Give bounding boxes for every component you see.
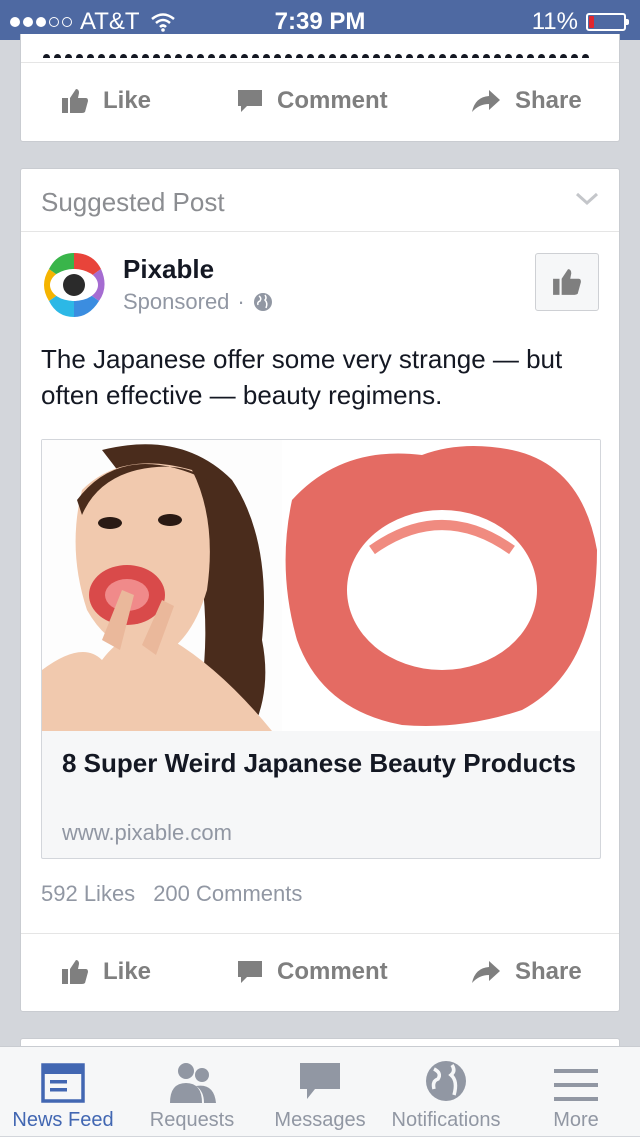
battery-icon xyxy=(586,13,629,31)
likes-count[interactable]: 592 Likes xyxy=(41,881,135,907)
post-text: The Japanese offer some very strange — b… xyxy=(41,344,563,410)
post-action-bar: Like Comment Share xyxy=(21,933,619,1011)
tab-bar: News Feed Requests Messages Notification… xyxy=(0,1046,640,1136)
sponsored-info: Sponsored · xyxy=(123,289,273,315)
thumbs-up-icon xyxy=(553,269,581,295)
share-button[interactable]: Share xyxy=(471,958,582,986)
post-action-bar: Like Comment Share xyxy=(21,62,619,140)
truncated-content xyxy=(43,48,603,58)
news-feed-icon xyxy=(41,1063,85,1103)
tab-requests[interactable]: Requests xyxy=(128,1047,256,1137)
thumbs-up-icon xyxy=(62,89,88,113)
like-page-button[interactable] xyxy=(535,253,599,311)
link-preview[interactable]: 8 Super Weird Japanese Beauty Products w… xyxy=(41,439,601,859)
tab-news-feed[interactable]: News Feed xyxy=(0,1047,126,1137)
like-button[interactable]: Like xyxy=(61,87,151,115)
friend-requests-icon xyxy=(170,1063,216,1103)
link-preview-image xyxy=(42,440,600,731)
link-domain: www.pixable.com xyxy=(62,820,232,845)
chevron-down-icon[interactable] xyxy=(575,191,599,207)
previous-post-card: Like Comment Share xyxy=(20,34,620,142)
messages-icon xyxy=(300,1063,340,1099)
suggested-post-card: Suggested Post Pixable Sponsored · The J… xyxy=(20,168,620,1012)
engagement-counts: 592 Likes 200 Comments xyxy=(41,881,302,907)
comment-bubble-icon xyxy=(238,90,262,112)
like-button[interactable]: Like xyxy=(61,958,151,986)
status-right: 11% xyxy=(531,8,629,36)
suggested-post-label: Suggested Post xyxy=(41,187,225,217)
hamburger-menu-icon xyxy=(554,1069,598,1101)
link-title: 8 Super Weird Japanese Beauty Products xyxy=(62,748,576,778)
comment-button[interactable]: Comment xyxy=(237,87,388,115)
tab-messages[interactable]: Messages xyxy=(258,1047,382,1137)
tab-notifications[interactable]: Notifications xyxy=(384,1047,508,1137)
suggested-post-header: Suggested Post xyxy=(21,169,619,232)
thumbs-up-icon xyxy=(62,960,88,984)
comment-button[interactable]: Comment xyxy=(237,958,388,986)
tab-more[interactable]: More xyxy=(512,1047,640,1137)
share-button[interactable]: Share xyxy=(471,87,582,115)
globe-icon xyxy=(426,1061,466,1101)
page-name-link[interactable]: Pixable xyxy=(123,254,214,285)
comment-bubble-icon xyxy=(238,961,262,983)
battery-percent: 11% xyxy=(531,8,578,35)
globe-icon xyxy=(253,293,272,311)
share-arrow-icon xyxy=(472,961,500,983)
comments-count[interactable]: 200 Comments xyxy=(153,881,302,907)
pixable-logo-icon[interactable] xyxy=(41,249,107,321)
share-arrow-icon xyxy=(472,90,500,112)
